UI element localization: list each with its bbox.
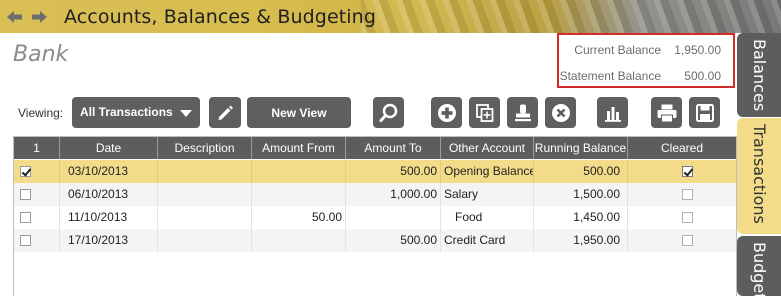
- row-select-cell: [14, 206, 60, 229]
- running-balance-cell: 1,500.00: [534, 183, 628, 206]
- other-account-cell[interactable]: Food: [441, 206, 534, 229]
- amount-to-cell[interactable]: 500.00: [346, 160, 441, 183]
- statement-balance-label: Statement Balance: [559, 69, 661, 83]
- forward-arrow-icon[interactable]: [30, 9, 48, 25]
- cleared-cell: [628, 160, 736, 183]
- date-cell[interactable]: 03/10/2013: [60, 160, 158, 183]
- column-header-other-account[interactable]: Other Account: [441, 137, 534, 159]
- search-button[interactable]: [373, 97, 404, 128]
- other-account-cell[interactable]: Opening Balance: [441, 160, 534, 183]
- table-row[interactable]: 03/10/2013 500.00 Opening Balance 500.00: [14, 160, 736, 183]
- add-icon: [437, 103, 456, 122]
- copy-transaction-button[interactable]: [469, 97, 500, 128]
- row-select-checkbox[interactable]: [20, 189, 31, 200]
- description-cell[interactable]: [158, 229, 252, 252]
- column-header-running-balance[interactable]: Running Balance: [534, 137, 628, 159]
- stamp-icon: [514, 104, 531, 121]
- cleared-checkbox[interactable]: [682, 212, 693, 223]
- title-bar: Accounts, Balances & Budgeting: [0, 0, 781, 33]
- statement-balance-value: 500.00: [684, 69, 721, 83]
- cleared-cell: [628, 229, 736, 252]
- row-select-cell: [14, 183, 60, 206]
- row-select-cell: [14, 160, 60, 183]
- date-cell[interactable]: 06/10/2013: [60, 183, 158, 206]
- table-row[interactable]: 06/10/2013 1,000.00 Salary 1,500.00: [14, 183, 736, 206]
- table-row[interactable]: 17/10/2013 500.00 Credit Card 1,950.00: [14, 229, 736, 252]
- tab-balances-label: Balances: [750, 39, 769, 112]
- tab-transactions[interactable]: Transactions: [737, 118, 781, 234]
- copy-icon: [475, 103, 493, 122]
- chart-icon: [604, 106, 621, 122]
- new-view-button[interactable]: New View: [247, 97, 351, 128]
- cleared-cell: [628, 183, 736, 206]
- window-title: Accounts, Balances & Budgeting: [64, 6, 376, 28]
- amount-from-cell[interactable]: [252, 183, 346, 206]
- cleared-checkbox[interactable]: [682, 166, 693, 177]
- transactions-table: 1 Date Description Amount From Amount To…: [13, 136, 737, 296]
- chart-button[interactable]: [597, 97, 628, 128]
- row-select-checkbox[interactable]: [20, 235, 31, 246]
- description-cell[interactable]: [158, 206, 252, 229]
- description-cell[interactable]: [158, 183, 252, 206]
- table-header: 1 Date Description Amount From Amount To…: [14, 137, 736, 159]
- tab-budgets-label: Budgets: [750, 242, 769, 296]
- edit-view-button[interactable]: [209, 97, 241, 128]
- delete-icon: [551, 103, 570, 122]
- delete-transaction-button[interactable]: [545, 97, 576, 128]
- tab-transactions-label: Transactions: [750, 124, 769, 224]
- save-icon: [695, 103, 714, 122]
- column-header-amount-to[interactable]: Amount To: [346, 137, 441, 159]
- column-header-cleared[interactable]: Cleared: [628, 137, 736, 159]
- print-icon: [657, 104, 676, 122]
- amount-from-cell[interactable]: [252, 229, 346, 252]
- row-select-checkbox[interactable]: [20, 166, 31, 177]
- add-transaction-button[interactable]: [431, 97, 462, 128]
- column-header-select[interactable]: 1: [14, 137, 60, 159]
- amount-from-cell[interactable]: 50.00: [252, 206, 346, 229]
- print-button[interactable]: [651, 97, 682, 128]
- description-cell[interactable]: [158, 160, 252, 183]
- title-bar-texture: [361, 0, 781, 33]
- amount-from-cell[interactable]: [252, 160, 346, 183]
- page-title: Bank: [13, 42, 69, 67]
- save-button[interactable]: [689, 97, 720, 128]
- running-balance-cell: 500.00: [534, 160, 628, 183]
- date-cell[interactable]: 11/10/2013: [60, 206, 158, 229]
- other-account-cell[interactable]: Credit Card: [441, 229, 534, 252]
- running-balance-cell: 1,950.00: [534, 229, 628, 252]
- chevron-down-icon: [180, 110, 192, 117]
- column-header-amount-from[interactable]: Amount From: [252, 137, 346, 159]
- column-header-date[interactable]: Date: [60, 137, 158, 159]
- table-row[interactable]: 11/10/2013 50.00 Food 1,450.00: [14, 206, 736, 229]
- amount-to-cell[interactable]: 500.00: [346, 229, 441, 252]
- reconcile-button[interactable]: [507, 97, 538, 128]
- tab-balances[interactable]: Balances: [737, 33, 781, 117]
- current-balance-label: Current Balance: [574, 43, 661, 57]
- search-icon: [379, 103, 397, 122]
- balance-summary: Current Balance 1,950.00 Statement Balan…: [557, 33, 735, 88]
- cleared-checkbox[interactable]: [682, 189, 693, 200]
- row-select-checkbox[interactable]: [20, 212, 31, 223]
- view-select[interactable]: All Transactions: [72, 97, 200, 128]
- current-balance-value: 1,950.00: [674, 43, 721, 57]
- row-select-cell: [14, 229, 60, 252]
- tab-budgets[interactable]: Budgets: [737, 236, 781, 296]
- back-arrow-icon[interactable]: [6, 9, 24, 25]
- edit-icon: [218, 105, 233, 120]
- cleared-cell: [628, 206, 736, 229]
- running-balance-cell: 1,450.00: [534, 206, 628, 229]
- view-select-value: All Transactions: [80, 105, 173, 119]
- column-header-description[interactable]: Description: [158, 137, 252, 159]
- date-cell[interactable]: 17/10/2013: [60, 229, 158, 252]
- cleared-checkbox[interactable]: [682, 235, 693, 246]
- amount-to-cell[interactable]: 1,000.00: [346, 183, 441, 206]
- viewing-label: Viewing:: [18, 106, 64, 120]
- other-account-cell[interactable]: Salary: [441, 183, 534, 206]
- amount-to-cell[interactable]: [346, 206, 441, 229]
